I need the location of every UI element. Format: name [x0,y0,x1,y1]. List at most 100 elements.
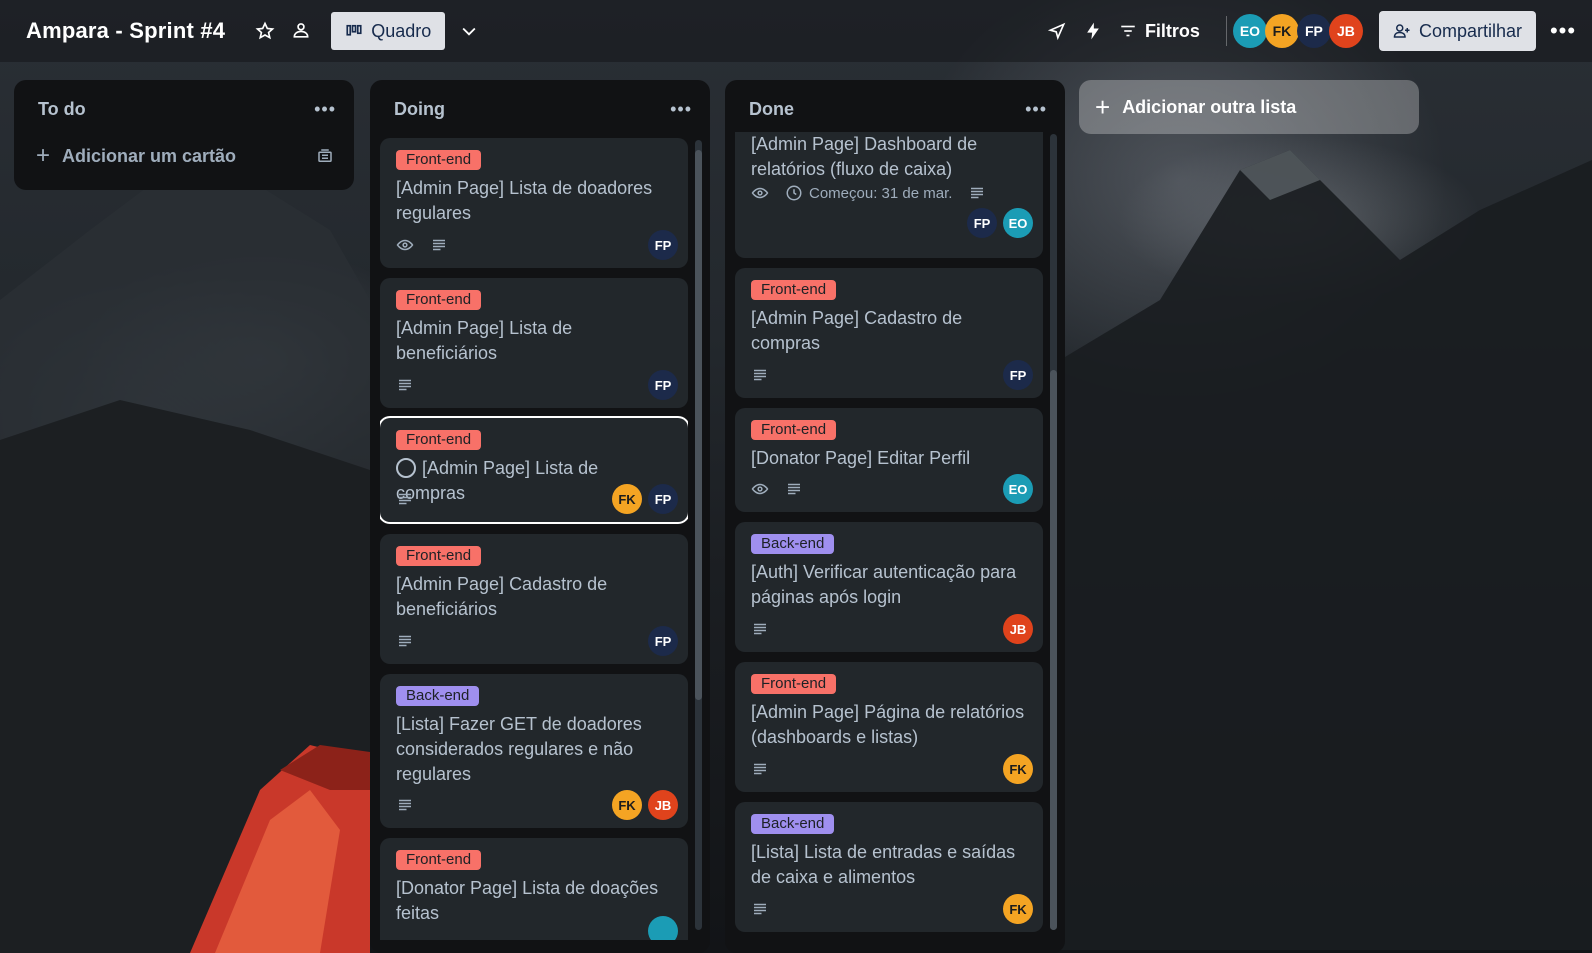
card[interactable]: Front-end [Admin Page] Página de relatór… [735,662,1043,792]
filters-button[interactable]: Filtros [1119,21,1200,42]
card-title: [Donator Page] Editar Perfil [751,448,971,468]
scrollbar[interactable] [1050,134,1057,930]
card-label: Front-end [751,280,837,300]
description-icon [433,239,445,251]
avatar[interactable]: JB [1328,14,1363,48]
board-title[interactable]: Ampara - Sprint #4 [26,18,225,44]
list-menu-icon[interactable]: ••• [670,99,692,120]
avatar[interactable]: JB [1003,614,1033,644]
card[interactable]: Front-end [Admin Page] Lista de benefici… [380,278,688,408]
board-members: EO FK FP JB [1232,14,1363,48]
complete-checkbox-icon[interactable] [396,458,416,478]
scroll-thumb[interactable] [1050,370,1057,930]
filter-icon [1121,25,1135,37]
card-label: Front-end [396,290,482,310]
card-template-icon[interactable] [316,147,334,165]
card[interactable]: Back-end [Lista] Lista de entradas e saí… [735,802,1043,932]
add-list-button[interactable]: + Adicionar outra lista [1079,80,1419,134]
eye-icon [751,187,769,199]
description-icon [399,493,411,505]
description-icon [399,379,411,391]
card-label: Front-end [396,850,482,870]
card[interactable]: Front-end [Donator Page] Editar Perfil E… [735,408,1043,512]
card-label: Front-end [751,420,837,440]
list-menu-icon[interactable]: ••• [314,99,336,120]
avatar[interactable]: FP [1296,14,1331,48]
view-switcher-button[interactable]: Quadro [331,12,446,50]
workspace-visibility-icon[interactable] [283,13,319,49]
card-label: Back-end [396,686,480,706]
list-done: Done ••• [Admin Page] Dashboard de relat… [725,80,1065,953]
avatar[interactable]: FK [612,790,642,820]
card-title: [Admin Page] Cadastro de compras [751,308,963,353]
card[interactable]: Back-end [Auth] Verificar autenticação p… [735,522,1043,652]
card-label: Front-end [751,674,837,694]
card-label: Front-end [396,430,482,450]
card[interactable]: Front-end [Donator Page] Lista de doaçõe… [380,838,688,940]
description-icon [754,903,766,915]
card[interactable]: [Admin Page] Dashboard de relatórios (fl… [735,132,1043,258]
star-icon[interactable] [247,13,283,49]
avatar[interactable]: FP [648,484,678,514]
add-list-label: Adicionar outra lista [1122,96,1297,117]
add-card-label: Adicionar um cartão [62,145,237,166]
card[interactable]: Front-end [Admin Page] Lista de doadores… [380,138,688,268]
scrollbar[interactable] [695,140,702,930]
start-date-badge[interactable]: Começou: 31 de mar. [785,184,952,202]
card-title: [Admin Page] Cadastro de beneficiários [396,574,608,619]
list-todo: To do ••• + Adicionar um cartão [14,80,354,190]
avatar[interactable]: FP [648,626,678,656]
list-title[interactable]: Done [749,99,794,120]
avatar[interactable]: FK [1003,754,1033,784]
avatar[interactable]: EO [1232,14,1267,48]
description-icon [754,369,766,381]
list-doing: Doing ••• Front-end [Admin Page] Lista d… [370,80,710,953]
list-title[interactable]: To do [38,99,86,120]
more-icon[interactable]: ••• [1548,18,1578,44]
description-icon [399,799,411,811]
card[interactable]: Front-end [Admin Page] Cadastro de benef… [380,534,688,664]
clock-icon [786,185,802,201]
automation-icon[interactable] [1075,13,1111,49]
scroll-thumb[interactable] [695,150,702,700]
avatar[interactable] [648,916,678,940]
card-title: [Admin Page] Dashboard de relatórios (fl… [751,134,978,179]
power-ups-icon[interactable] [1039,13,1075,49]
board-header: Ampara - Sprint #4 Quadro Filtros EO FK … [0,0,1592,62]
card[interactable]: Front-end [Admin Page] Cadastro de compr… [735,268,1043,398]
description-icon [754,763,766,775]
list-menu-icon[interactable]: ••• [1025,99,1047,120]
chevron-down-icon[interactable] [451,13,487,49]
avatar[interactable]: FP [967,208,997,238]
filters-label: Filtros [1144,20,1200,41]
card-title: [Auth] Verificar autenticação para págin… [751,562,1017,607]
card-title: [Admin Page] Página de relatórios (dashb… [751,702,1025,747]
avatar[interactable]: JB [648,790,678,820]
avatar[interactable]: FP [648,370,678,400]
list-title[interactable]: Doing [394,99,445,120]
avatar[interactable]: EO [1003,474,1033,504]
card-title: [Admin Page] Lista de doadores regulares [396,178,653,223]
card[interactable]: Front-end [Admin Page] Lista de compras … [380,418,688,522]
description-icon [754,623,766,635]
card[interactable]: Back-end [Lista] Fazer GET de doadores c… [380,674,688,828]
avatar[interactable]: FK [1264,14,1299,48]
card-label: Back-end [751,534,835,554]
add-card-button[interactable]: + Adicionar um cartão [14,138,354,174]
description-icon [971,187,984,199]
description-icon [399,635,411,647]
avatar[interactable]: EO [1003,208,1033,238]
share-button[interactable]: Compartilhar [1378,11,1536,51]
card-title: [Admin Page] Lista de beneficiários [396,318,573,363]
avatar[interactable]: FP [648,230,678,260]
card-container: Front-end [Admin Page] Lista de doadores… [380,138,688,940]
start-date-text: Começou: 31 de mar. [809,184,953,202]
eye-icon [751,483,769,495]
card-title: [Lista] Lista de entradas e saídas de ca… [751,842,1016,887]
avatar[interactable]: FK [1003,894,1033,924]
card-container: [Admin Page] Dashboard de relatórios (fl… [735,132,1043,940]
avatar[interactable]: FK [612,484,642,514]
avatar[interactable]: FP [1003,360,1033,390]
card-label: Back-end [751,814,835,834]
plus-icon: + [1095,91,1111,122]
